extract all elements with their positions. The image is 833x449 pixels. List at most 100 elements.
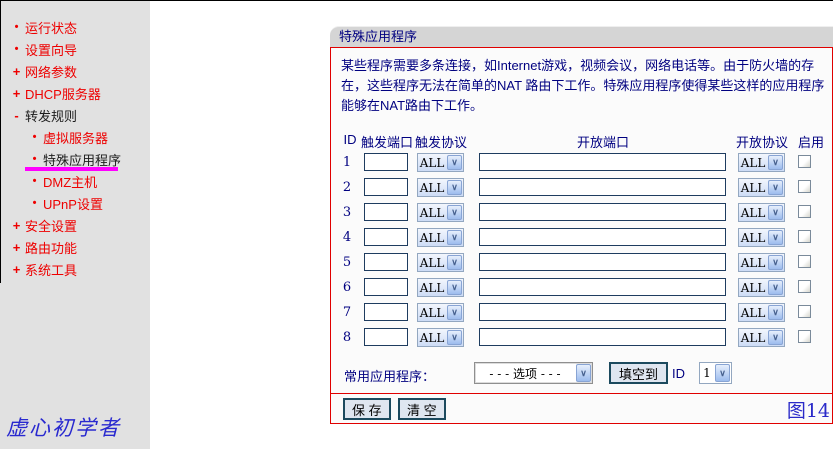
sidebar-item[interactable]: + 系统工具	[0, 258, 150, 280]
enable-checkbox[interactable]	[798, 155, 811, 168]
sidebar-item[interactable]: • 运行状态	[0, 16, 150, 38]
chevron-down-icon: ∨	[768, 330, 783, 345]
open-protocol-select[interactable]: ALL ∨	[738, 278, 785, 297]
enable-checkbox[interactable]	[798, 305, 811, 318]
trigger-port-input[interactable]	[364, 228, 408, 246]
table-row: 4 ALL ∨ ALL ∨	[331, 226, 832, 251]
trigger-port-input[interactable]	[364, 328, 408, 346]
trigger-protocol-value: ALL	[419, 305, 445, 320]
save-button[interactable]: 保 存	[343, 398, 391, 420]
sidebar-item[interactable]: + 网络参数	[0, 60, 150, 82]
trigger-protocol-value: ALL	[419, 330, 445, 345]
sidebar-item[interactable]: • 特殊应用程序	[0, 148, 150, 171]
id-select-value: 1	[703, 366, 711, 380]
app-rows: 1 ALL ∨ ALL ∨ 2 ALL ∨ ALL ∨ 3 ALL ∨ ALL …	[331, 151, 832, 351]
sidebar-item[interactable]: - 转发规则	[0, 104, 150, 126]
open-protocol-select[interactable]: ALL ∨	[738, 253, 785, 272]
chevron-down-icon: ∨	[768, 305, 783, 320]
chevron-down-icon: ∨	[447, 180, 462, 195]
trigger-protocol-select[interactable]: ALL ∨	[417, 178, 464, 197]
trigger-protocol-value: ALL	[419, 230, 445, 245]
enable-checkbox[interactable]	[798, 180, 811, 193]
trigger-protocol-select[interactable]: ALL ∨	[417, 253, 464, 272]
plus-icon: +	[12, 261, 21, 277]
plus-icon: +	[12, 239, 21, 255]
watermark-signature: 虚心初学者	[6, 416, 121, 440]
trigger-protocol-select[interactable]: ALL ∨	[417, 328, 464, 347]
table-row: 2 ALL ∨ ALL ∨	[331, 176, 832, 201]
open-protocol-value: ALL	[740, 255, 766, 270]
fill-to-button[interactable]: 填空到	[609, 362, 669, 384]
sidebar-item[interactable]: • UPnP设置	[0, 192, 150, 214]
row-id: 5	[342, 255, 352, 270]
chevron-down-icon: ∨	[447, 230, 462, 245]
main-panel: 某些程序需要多条连接，如Internet游戏，视频会议，网络电话等。由于防火墙的…	[330, 47, 833, 424]
open-protocol-select[interactable]: ALL ∨	[738, 228, 785, 247]
bullet-icon: •	[32, 175, 37, 187]
sidebar-item-label: DMZ主机	[43, 174, 98, 190]
open-protocol-select[interactable]: ALL ∨	[738, 203, 785, 222]
enable-checkbox[interactable]	[798, 230, 811, 243]
trigger-protocol-select[interactable]: ALL ∨	[417, 228, 464, 247]
sidebar-menu: • 运行状态 • 设置向导 + 网络参数 + DHCP服务器 - 转发规则 • …	[0, 1, 150, 280]
open-port-input[interactable]	[479, 153, 726, 171]
trigger-port-input[interactable]	[364, 278, 408, 296]
open-port-input[interactable]	[479, 253, 726, 271]
sidebar-item[interactable]: + 安全设置	[0, 214, 150, 236]
trigger-port-input[interactable]	[364, 178, 408, 196]
trigger-port-input[interactable]	[364, 153, 408, 171]
open-protocol-value: ALL	[740, 155, 766, 170]
trigger-protocol-select[interactable]: ALL ∨	[417, 153, 464, 172]
row-id: 4	[342, 230, 352, 245]
row-id: 2	[342, 180, 352, 195]
trigger-protocol-value: ALL	[419, 280, 445, 295]
open-port-input[interactable]	[479, 303, 726, 321]
enable-checkbox[interactable]	[798, 205, 811, 218]
enable-checkbox[interactable]	[798, 255, 811, 268]
open-port-input[interactable]	[479, 228, 726, 246]
id-select[interactable]: 1 ∨	[699, 362, 732, 384]
trigger-port-input[interactable]	[364, 203, 408, 221]
enable-checkbox[interactable]	[798, 330, 811, 343]
col-header-open-port: 开放端口	[576, 135, 630, 150]
sidebar-item[interactable]: • 虚拟服务器	[0, 126, 150, 148]
trigger-protocol-select[interactable]: ALL ∨	[417, 278, 464, 297]
table-row: 7 ALL ∨ ALL ∨	[331, 301, 832, 326]
bullet-icon: •	[32, 131, 37, 143]
chevron-down-icon: ∨	[576, 364, 591, 382]
sidebar-item[interactable]: + DHCP服务器	[0, 82, 150, 104]
trigger-protocol-select[interactable]: ALL ∨	[417, 203, 464, 222]
chevron-down-icon: ∨	[768, 180, 783, 195]
trigger-port-input[interactable]	[364, 253, 408, 271]
sidebar-item[interactable]: • 设置向导	[0, 38, 150, 60]
open-protocol-select[interactable]: ALL ∨	[738, 153, 785, 172]
col-header-id: ID	[343, 132, 357, 147]
common-apps-section: 常用应用程序： - - - 选项 - - - ∨ 填空到 ID 1 ∨	[331, 360, 832, 388]
open-port-input[interactable]	[479, 278, 726, 296]
bullet-icon: •	[14, 21, 19, 33]
open-protocol-select[interactable]: ALL ∨	[738, 303, 785, 322]
bullet-icon: •	[32, 197, 37, 209]
col-header-open-protocol: 开放协议	[735, 135, 789, 150]
trigger-protocol-select[interactable]: ALL ∨	[417, 303, 464, 322]
common-apps-select[interactable]: - - - 选项 - - - ∨	[474, 362, 593, 384]
description-text: 某些程序需要多条连接，如Internet游戏，视频会议，网络电话等。由于防火墙的…	[341, 58, 825, 113]
sidebar-item[interactable]: • DMZ主机	[0, 170, 150, 192]
open-protocol-value: ALL	[740, 305, 766, 320]
open-port-input[interactable]	[479, 328, 726, 346]
chevron-down-icon: ∨	[447, 280, 462, 295]
sidebar-item[interactable]: + 路由功能	[0, 236, 150, 258]
chevron-down-icon: ∨	[447, 205, 462, 220]
trigger-port-input[interactable]	[364, 303, 408, 321]
chevron-down-icon: ∨	[447, 155, 462, 170]
open-protocol-select[interactable]: ALL ∨	[738, 178, 785, 197]
row-id: 1	[342, 155, 352, 170]
clear-button[interactable]: 清 空	[398, 398, 446, 420]
open-port-input[interactable]	[479, 178, 726, 196]
row-id: 3	[342, 205, 352, 220]
chevron-down-icon: ∨	[768, 205, 783, 220]
open-port-input[interactable]	[479, 203, 726, 221]
enable-checkbox[interactable]	[798, 280, 811, 293]
minus-icon: -	[14, 107, 19, 123]
open-protocol-select[interactable]: ALL ∨	[738, 328, 785, 347]
